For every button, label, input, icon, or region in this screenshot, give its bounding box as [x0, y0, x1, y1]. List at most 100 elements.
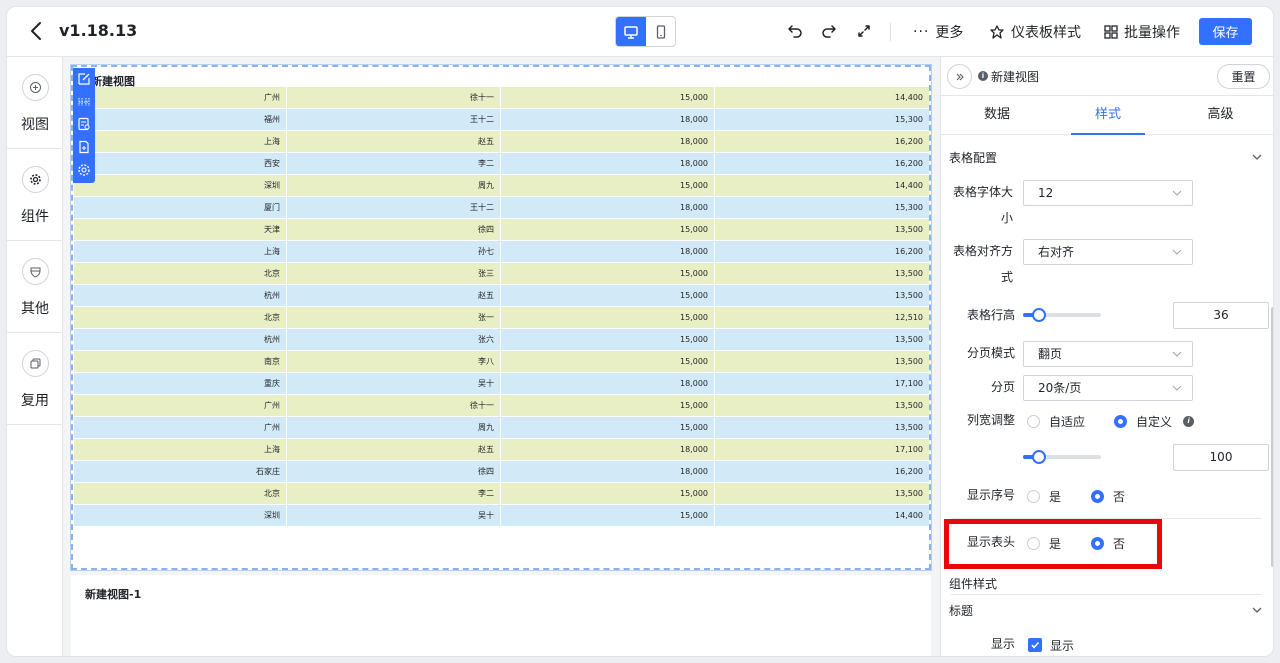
table-row: 北京 张三 15,000 13,500 — [74, 263, 929, 285]
chevron-down-icon[interactable] — [1251, 151, 1263, 163]
monitor-icon — [624, 25, 638, 39]
table-widget[interactable]: 新建视图 广州 徐十一 15,000 14,400 福州 王十二 18,000 15,300 上… — [70, 64, 932, 571]
slider-knob[interactable] — [1031, 450, 1046, 464]
dashboard-style-button[interactable]: 仪表板样式 — [989, 21, 1081, 43]
table-cell: 15,000 — [501, 175, 715, 196]
device-switch — [615, 16, 676, 47]
table-cell: 17,100 — [895, 379, 923, 388]
table-row: 广州 徐十一 15,000 13,500 — [74, 395, 929, 417]
table-cell: 13,500 — [895, 225, 923, 234]
table-cell: 李二 — [287, 483, 501, 504]
nav-item-component[interactable]: 组件 — [7, 149, 63, 241]
nav-item-other[interactable]: 其他 — [7, 241, 63, 333]
table-cell: 16,200 — [895, 467, 923, 476]
table-row: 广州 周九 15,000 13,500 — [74, 417, 929, 439]
edit-icon[interactable] — [76, 71, 92, 87]
align-select[interactable]: 右对齐 — [1023, 239, 1193, 265]
show-title-label: 显示 — [990, 637, 1015, 651]
divider — [951, 594, 1261, 595]
table-cell: 重庆 — [74, 373, 287, 394]
table-cell: 杭州 — [74, 329, 287, 350]
nav-item-label: 组件 — [21, 209, 49, 225]
batch-operation-button[interactable]: 批量操作 — [1104, 21, 1180, 43]
widget-toolbar — [73, 68, 95, 183]
info-icon[interactable]: i — [1183, 415, 1195, 427]
table-cell: 徐十一 — [287, 395, 501, 416]
table-widget-2[interactable]: 新建视图-1 — [71, 575, 931, 656]
table-row: 广州 徐十一 15,000 14,400 — [74, 87, 929, 109]
table-cell: 广州 — [74, 87, 287, 108]
nav-item-view[interactable]: 视图 — [7, 57, 63, 149]
table-cell: 吴十 — [287, 373, 501, 394]
font-size-select[interactable]: 12 — [1023, 180, 1193, 206]
more-button[interactable]: ··· 更多 — [913, 21, 963, 43]
data-table: 广州 徐十一 15,000 14,400 福州 王十二 18,000 15,300 上海 赵五 18… — [74, 87, 929, 527]
chevron-down-icon[interactable] — [1251, 604, 1263, 616]
table-cell: 赵五 — [287, 439, 501, 460]
radio-dot — [1091, 489, 1104, 503]
show-index-label: 显示序号 — [966, 488, 1015, 502]
table-cell: 石家庄 — [74, 461, 287, 482]
copy-icon — [22, 350, 49, 377]
table-row: 南京 李八 15,000 13,500 — [74, 351, 929, 373]
row-height-slider[interactable] — [1023, 308, 1101, 322]
section-component-style: 组件样式 — [949, 577, 998, 591]
desktop-view-button[interactable] — [616, 17, 646, 46]
table-cell: 周九 — [287, 417, 501, 438]
row-height-input[interactable]: 36 — [1173, 302, 1269, 329]
table-cell: 13,500 — [895, 423, 923, 432]
save-button[interactable]: 保存 — [1199, 18, 1252, 45]
nav-item-label: 复用 — [21, 393, 49, 409]
view-data-icon[interactable] — [76, 116, 92, 132]
table-cell: 15,300 — [895, 203, 923, 212]
col-width-custom-radio[interactable]: 自定义 i — [1114, 413, 1195, 429]
back-icon[interactable] — [25, 19, 49, 43]
radio-dot — [1114, 414, 1127, 428]
panel-scrollbar[interactable] — [1271, 307, 1273, 567]
chevron-down-icon — [1172, 249, 1182, 255]
table-cell: 15,300 — [895, 115, 923, 124]
undo-icon[interactable] — [784, 20, 806, 42]
table-cell: 北京 — [74, 263, 287, 284]
table-row: 深圳 周九 15,000 14,400 — [74, 175, 929, 197]
table-row: 厦门 王十二 18,000 15,300 — [74, 197, 929, 219]
paging-mode-select[interactable]: 翻页 — [1023, 341, 1193, 367]
tab-style[interactable]: 样式 — [1071, 96, 1145, 135]
table-cell: 广州 — [74, 395, 287, 416]
drag-handle-icon[interactable] — [76, 94, 92, 110]
table-cell: 13,500 — [895, 291, 923, 300]
table-cell: 15,000 — [501, 417, 715, 438]
show-title-checkbox[interactable]: 显示 — [1028, 637, 1074, 653]
paging-select[interactable]: 20条/页 — [1023, 375, 1193, 401]
section-title: 标题 — [949, 604, 974, 618]
row-height-label: 表格行高 — [966, 308, 1015, 322]
show-index-yes-radio[interactable]: 是 — [1027, 488, 1061, 504]
table-cell: 17,100 — [895, 445, 923, 454]
tab-advanced[interactable]: 高级 — [1165, 96, 1273, 135]
table-row: 石家庄 徐四 18,000 16,200 — [74, 461, 929, 483]
col-width-auto-radio[interactable]: 自适应 — [1027, 413, 1085, 429]
table-row: 杭州 张六 15,000 13,500 — [74, 329, 929, 351]
redo-icon[interactable] — [818, 20, 840, 42]
tab-data[interactable]: 数据 — [941, 96, 1053, 135]
paging-label: 分页 — [990, 380, 1015, 394]
export-icon[interactable] — [76, 139, 92, 155]
table-cell: 赵五 — [287, 285, 501, 306]
table-cell: 15,000 — [501, 483, 715, 504]
table-cell: 14,400 — [895, 511, 923, 520]
reset-button[interactable]: 重置 — [1217, 64, 1270, 89]
nav-item-reuse[interactable]: 复用 — [7, 333, 63, 425]
col-width-slider[interactable] — [1023, 450, 1101, 464]
show-index-no-radio[interactable]: 否 — [1091, 488, 1125, 504]
font-size-label: 表格字体大小 — [953, 185, 1014, 225]
col-width-input[interactable]: 100 — [1173, 444, 1269, 471]
table-cell: 福州 — [74, 109, 287, 130]
chevron-down-icon — [1172, 190, 1182, 196]
mobile-view-button[interactable] — [646, 17, 676, 46]
collapse-panel-icon[interactable] — [947, 64, 972, 89]
fullscreen-icon[interactable] — [853, 20, 875, 42]
slider-knob[interactable] — [1031, 308, 1046, 322]
table-cell: 赵五 — [287, 131, 501, 152]
settings-icon[interactable] — [76, 162, 92, 178]
table-cell: 厦门 — [74, 197, 287, 218]
